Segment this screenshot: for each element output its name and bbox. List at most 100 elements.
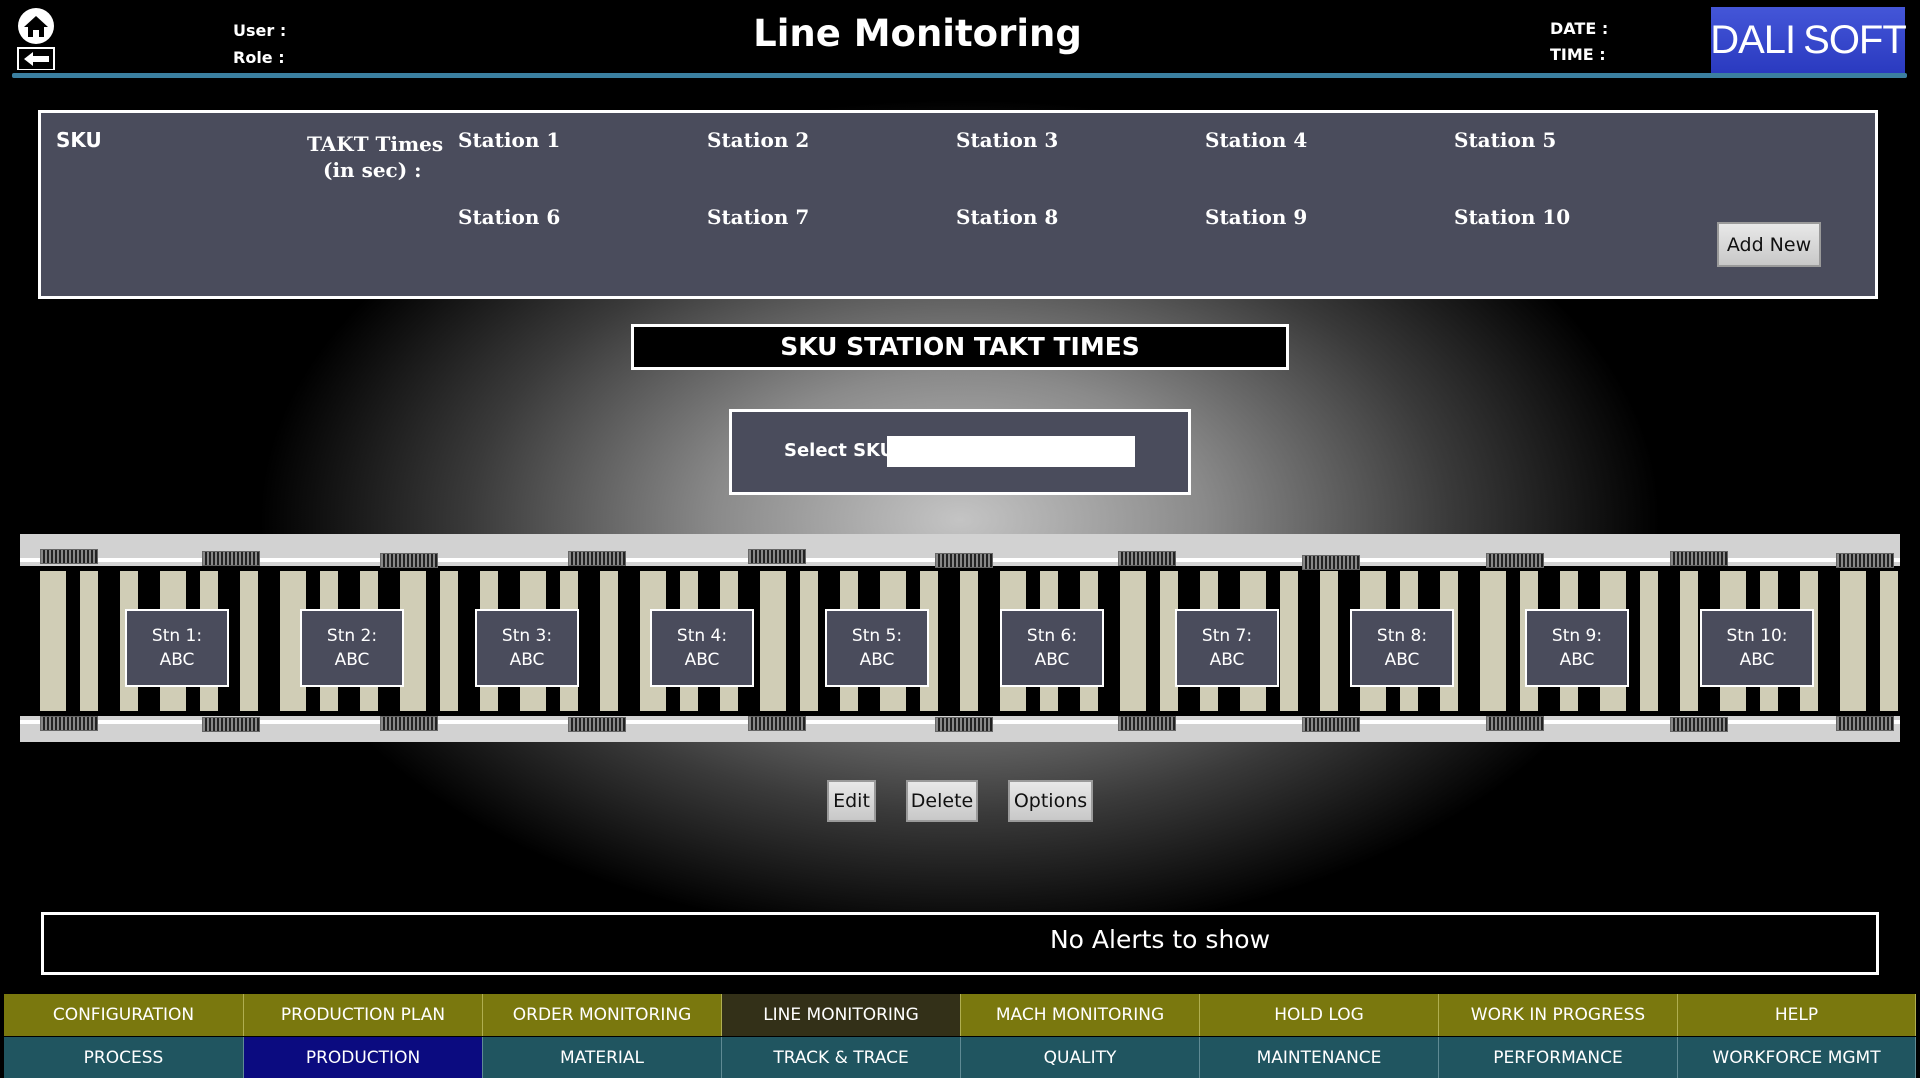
- conveyor-station-1[interactable]: Stn 1: ABC: [125, 609, 229, 687]
- conveyor-station-6[interactable]: Stn 6: ABC: [1000, 609, 1104, 687]
- nav-performance[interactable]: PERFORMANCE: [1439, 1037, 1678, 1078]
- logo-text-right: SOFT: [1803, 17, 1907, 62]
- conveyor-slat: [960, 571, 978, 711]
- nav-production-plan[interactable]: PRODUCTION PLAN: [244, 994, 483, 1036]
- station-label-1: Station 1: [458, 128, 561, 152]
- conveyor-station-10[interactable]: Stn 10: ABC: [1700, 609, 1814, 687]
- nav-help[interactable]: HELP: [1678, 994, 1916, 1036]
- nav-line-monitoring[interactable]: LINE MONITORING: [722, 994, 961, 1036]
- conveyor-roller: [40, 716, 98, 731]
- station-name: Stn 8:: [1376, 626, 1428, 646]
- conveyor-slat: [1320, 571, 1338, 711]
- station-name: Stn 7:: [1201, 626, 1253, 646]
- nav-workforce-mgmt[interactable]: WORKFORCE MGMT: [1678, 1037, 1916, 1078]
- conveyor-station-4[interactable]: Stn 4: ABC: [650, 609, 754, 687]
- station-value: ABC: [684, 650, 720, 670]
- alert-message: No Alerts to show: [1049, 925, 1271, 954]
- takt-times-unit-label: (in sec) :: [323, 158, 422, 182]
- alerts-bar: No Alerts to show: [41, 912, 1879, 975]
- conveyor-slat: [800, 571, 818, 711]
- conveyor-roller: [1302, 717, 1360, 732]
- station-name: Stn 5:: [851, 626, 903, 646]
- conveyor-roller: [1302, 555, 1360, 570]
- station-label-6: Station 6: [458, 205, 561, 229]
- conveyor-roller: [1118, 716, 1176, 731]
- conveyor-slat: [1480, 571, 1506, 711]
- nav-configuration[interactable]: CONFIGURATION: [4, 994, 244, 1036]
- sku-select-input[interactable]: [887, 436, 1135, 467]
- conveyor-roller: [380, 716, 438, 731]
- conveyor-roller: [935, 717, 993, 732]
- nav-maintenance[interactable]: MAINTENANCE: [1200, 1037, 1439, 1078]
- conveyor-slat: [1640, 571, 1658, 711]
- takt-times-label: TAKT Times: [307, 132, 444, 156]
- conveyor-station-7[interactable]: Stn 7: ABC: [1175, 609, 1279, 687]
- nav-quality[interactable]: QUALITY: [961, 1037, 1200, 1078]
- conveyor-slat: [1120, 571, 1146, 711]
- station-value: ABC: [1034, 650, 1070, 670]
- conveyor-roller: [1118, 551, 1176, 566]
- nav-production[interactable]: PRODUCTION: [244, 1037, 483, 1078]
- station-label-3: Station 3: [956, 128, 1059, 152]
- nav-material[interactable]: MATERIAL: [483, 1037, 722, 1078]
- conveyor-roller: [1836, 716, 1894, 731]
- options-button[interactable]: Options: [1008, 780, 1093, 822]
- conveyor-slat: [760, 571, 786, 711]
- time-label: TIME :: [1550, 45, 1606, 64]
- station-value: ABC: [509, 650, 545, 670]
- dali-soft-logo: DALI SOFT: [1710, 7, 1907, 73]
- station-label-4: Station 4: [1205, 128, 1308, 152]
- conveyor-slat: [1280, 571, 1298, 711]
- add-new-button[interactable]: Add New: [1717, 222, 1821, 267]
- conveyor-slat: [1840, 571, 1866, 711]
- station-value: ABC: [1209, 650, 1245, 670]
- station-name: Stn 1:: [151, 626, 203, 646]
- nav-process[interactable]: PROCESS: [4, 1037, 244, 1078]
- conveyor-roller: [40, 549, 98, 564]
- nav-track-trace[interactable]: TRACK & TRACE: [722, 1037, 961, 1078]
- station-name: Stn 3:: [501, 626, 553, 646]
- conveyor-station-8[interactable]: Stn 8: ABC: [1350, 609, 1454, 687]
- conveyor-roller: [1486, 716, 1544, 731]
- conveyor-roller: [1670, 551, 1728, 566]
- station-value: ABC: [159, 650, 195, 670]
- station-label-8: Station 8: [956, 205, 1059, 229]
- conveyor-roller: [1670, 717, 1728, 732]
- station-name: Stn 2:: [326, 626, 378, 646]
- station-label-2: Station 2: [707, 128, 810, 152]
- conveyor-slat: [40, 571, 66, 711]
- nav-work-in-progress[interactable]: WORK IN PROGRESS: [1439, 994, 1678, 1036]
- conveyor-roller: [380, 553, 438, 568]
- conveyor-slat: [1680, 571, 1698, 711]
- conveyor-roller: [568, 717, 626, 732]
- conveyor-station-2[interactable]: Stn 2: ABC: [300, 609, 404, 687]
- station-name: Stn 10:: [1726, 626, 1788, 646]
- conveyor-roller: [568, 551, 626, 566]
- station-label-7: Station 7: [707, 205, 810, 229]
- date-label: DATE :: [1550, 19, 1609, 38]
- nav-order-monitoring[interactable]: ORDER MONITORING: [483, 994, 722, 1036]
- conveyor-roller: [202, 551, 260, 566]
- sku-column-label: SKU: [56, 128, 102, 152]
- conveyor-roller: [748, 549, 806, 564]
- station-name: Stn 6:: [1026, 626, 1078, 646]
- station-name: Stn 9:: [1551, 626, 1603, 646]
- section-title: SKU STATION TAKT TIMES: [631, 324, 1289, 370]
- station-label-10: Station 10: [1454, 205, 1571, 229]
- header-divider: [12, 73, 1907, 78]
- conveyor-station-3[interactable]: Stn 3: ABC: [475, 609, 579, 687]
- station-value: ABC: [1559, 650, 1595, 670]
- conveyor-roller: [1836, 553, 1894, 568]
- delete-button[interactable]: Delete: [906, 780, 978, 822]
- station-label-9: Station 9: [1205, 205, 1308, 229]
- conveyor-slat: [440, 571, 458, 711]
- nav-mach-monitoring[interactable]: MACH MONITORING: [961, 994, 1200, 1036]
- edit-button[interactable]: Edit: [827, 780, 876, 822]
- conveyor-station-5[interactable]: Stn 5: ABC: [825, 609, 929, 687]
- station-value: ABC: [334, 650, 370, 670]
- station-name: Stn 4:: [676, 626, 728, 646]
- nav-hold-log[interactable]: HOLD LOG: [1200, 994, 1439, 1036]
- conveyor-roller: [1486, 553, 1544, 568]
- conveyor-slat: [1880, 571, 1898, 711]
- conveyor-station-9[interactable]: Stn 9: ABC: [1525, 609, 1629, 687]
